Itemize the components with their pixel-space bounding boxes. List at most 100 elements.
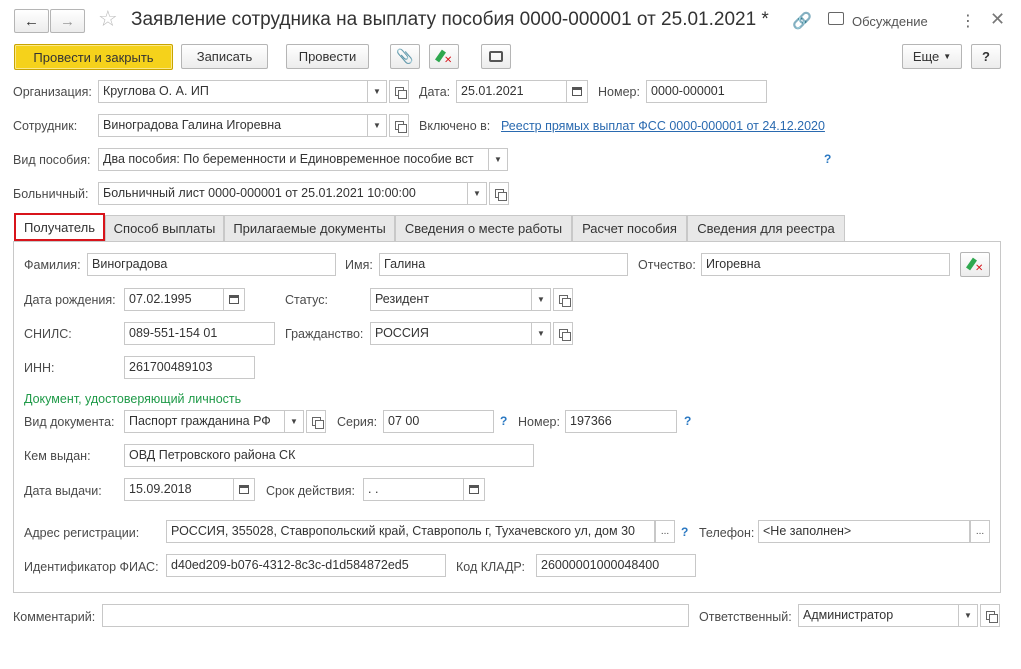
patronymic-field[interactable]: Игоревна	[701, 253, 950, 276]
responsible-value: Администратор	[803, 608, 894, 622]
help-icon[interactable]: ?	[500, 414, 507, 428]
org-field[interactable]: Круглова О. А. ИП ▼	[98, 80, 387, 103]
doc-section-title: Документ, удостоверяющий личность	[24, 392, 242, 406]
employee-field[interactable]: Виноградова Галина Игоревна ▼	[98, 114, 387, 137]
post-button[interactable]: Провести	[286, 44, 369, 69]
registry-link[interactable]: Реестр прямых выплат ФСС 0000-000001 от …	[501, 118, 825, 134]
comment-label: Комментарий:	[13, 610, 96, 624]
address-value: РОССИЯ, 355028, Ставропольский край, Ста…	[171, 524, 635, 538]
calendar-icon[interactable]	[233, 479, 254, 500]
tab-payment-method[interactable]: Способ выплаты	[105, 215, 224, 241]
more-button[interactable]: Еще ▼	[902, 44, 962, 69]
series-label: Серия:	[337, 415, 378, 429]
help-button[interactable]: ?	[971, 44, 1001, 69]
more-label: Еще	[912, 49, 940, 64]
write-button[interactable]: Записать	[181, 44, 268, 69]
benefit-field[interactable]: Два пособия: По беременности и Единоврем…	[98, 148, 508, 171]
birth-value: 07.02.1995	[129, 292, 192, 306]
discussion-icon[interactable]	[828, 12, 844, 25]
inn-field[interactable]: 261700489103	[124, 356, 255, 379]
tab-workplace-info[interactable]: Сведения о месте работы	[395, 215, 572, 241]
birth-field[interactable]: 07.02.1995	[124, 288, 245, 311]
issue-date-field[interactable]: 15.09.2018	[124, 478, 255, 501]
tab-registry-info[interactable]: Сведения для реестра	[687, 215, 845, 241]
name-value: Галина	[384, 257, 426, 271]
snils-field[interactable]: 089-551-154 01	[124, 322, 275, 345]
doc-number-label: Номер:	[518, 415, 560, 429]
sick-field[interactable]: Больничный лист 0000-000001 от 25.01.202…	[98, 182, 487, 205]
address-select-button[interactable]: ...	[655, 520, 675, 543]
responsible-field[interactable]: Администратор ▼	[798, 604, 978, 627]
ellipsis-icon: ...	[660, 525, 670, 537]
status-field[interactable]: Резидент ▼	[370, 288, 551, 311]
date-field[interactable]: 25.01.2021	[456, 80, 588, 103]
address-label: Адрес регистрации:	[24, 526, 140, 540]
included-label: Включено в:	[419, 119, 491, 133]
open-employee-button[interactable]	[389, 114, 409, 137]
chevron-down-icon[interactable]: ▼	[367, 81, 386, 102]
validity-field[interactable]: . .	[363, 478, 485, 501]
open-icon	[985, 611, 998, 623]
calendar-icon[interactable]	[463, 479, 484, 500]
forward-button[interactable]: →	[50, 9, 85, 33]
doc-type-value: Паспорт гражданина РФ	[129, 414, 271, 428]
org-value: Круглова О. А. ИП	[103, 84, 209, 98]
open-responsible-button[interactable]	[980, 604, 1000, 627]
tab-benefit-calculation[interactable]: Расчет пособия	[572, 215, 687, 241]
tab-recipient[interactable]: Получатель	[14, 213, 105, 241]
citizenship-label: Гражданство:	[285, 327, 364, 341]
address-field[interactable]: РОССИЯ, 355028, Ставропольский край, Ста…	[166, 520, 655, 543]
clear-button[interactable]: ✕	[429, 44, 459, 69]
issue-date-label: Дата выдачи:	[24, 484, 102, 498]
clear-recipient-button[interactable]: ✕	[960, 252, 990, 277]
chevron-down-icon[interactable]: ▼	[467, 183, 486, 204]
date-label: Дата:	[419, 85, 451, 99]
open-citizenship-button[interactable]	[553, 322, 573, 345]
calendar-icon[interactable]	[223, 289, 244, 310]
discussion-button[interactable]: Обсуждение	[852, 14, 928, 29]
chevron-down-icon[interactable]: ▼	[531, 323, 550, 344]
fias-field[interactable]: d40ed209-b076-4312-8c3c-d1d584872ed5	[166, 554, 446, 577]
doc-number-field[interactable]: 197366	[565, 410, 677, 433]
kladr-label: Код КЛАДР:	[456, 560, 525, 574]
help-icon[interactable]: ?	[824, 152, 831, 166]
favorite-star-icon[interactable]: ☆	[98, 6, 118, 32]
open-status-button[interactable]	[553, 288, 573, 311]
tab-attached-documents[interactable]: Прилагаемые документы	[224, 215, 395, 241]
series-value: 07 00	[388, 414, 420, 428]
open-sick-button[interactable]	[489, 182, 509, 205]
chevron-down-icon[interactable]: ▼	[367, 115, 386, 136]
citizenship-field[interactable]: РОССИЯ ▼	[370, 322, 551, 345]
phone-field[interactable]: <Не заполнен>	[758, 520, 970, 543]
close-icon[interactable]: ✕	[990, 9, 1005, 30]
more-menu-icon[interactable]: ⋮	[960, 11, 976, 31]
back-button[interactable]: ←	[14, 9, 49, 33]
help-icon[interactable]: ?	[681, 525, 688, 539]
snils-value: 089-551-154 01	[129, 326, 218, 340]
post-and-close-button[interactable]: Провести и закрыть	[14, 44, 173, 70]
surname-field[interactable]: Виноградова	[87, 253, 336, 276]
doc-type-field[interactable]: Паспорт гражданина РФ ▼	[124, 410, 304, 433]
number-field[interactable]: 0000-000001	[646, 80, 767, 103]
open-org-button[interactable]	[389, 80, 409, 103]
doc-type-label: Вид документа:	[24, 415, 115, 429]
status-label: Статус:	[285, 293, 328, 307]
print-button[interactable]	[481, 44, 511, 69]
open-doc-type-button[interactable]	[306, 410, 326, 433]
chevron-down-icon[interactable]: ▼	[284, 411, 303, 432]
phone-label: Телефон:	[699, 526, 755, 540]
issued-by-field[interactable]: ОВД Петровского района СК	[124, 444, 534, 467]
series-field[interactable]: 07 00	[383, 410, 494, 433]
chevron-down-icon[interactable]: ▼	[958, 605, 977, 626]
kladr-field[interactable]: 26000001000048400	[536, 554, 696, 577]
link-icon[interactable]: 🔗	[792, 11, 812, 31]
surname-label: Фамилия:	[24, 258, 81, 272]
chevron-down-icon[interactable]: ▼	[488, 149, 507, 170]
comment-field[interactable]	[102, 604, 689, 627]
phone-select-button[interactable]: ...	[970, 520, 990, 543]
calendar-icon[interactable]	[566, 81, 587, 102]
help-icon[interactable]: ?	[684, 414, 691, 428]
attach-button[interactable]: 📎	[390, 44, 420, 69]
name-field[interactable]: Галина	[379, 253, 628, 276]
chevron-down-icon[interactable]: ▼	[531, 289, 550, 310]
